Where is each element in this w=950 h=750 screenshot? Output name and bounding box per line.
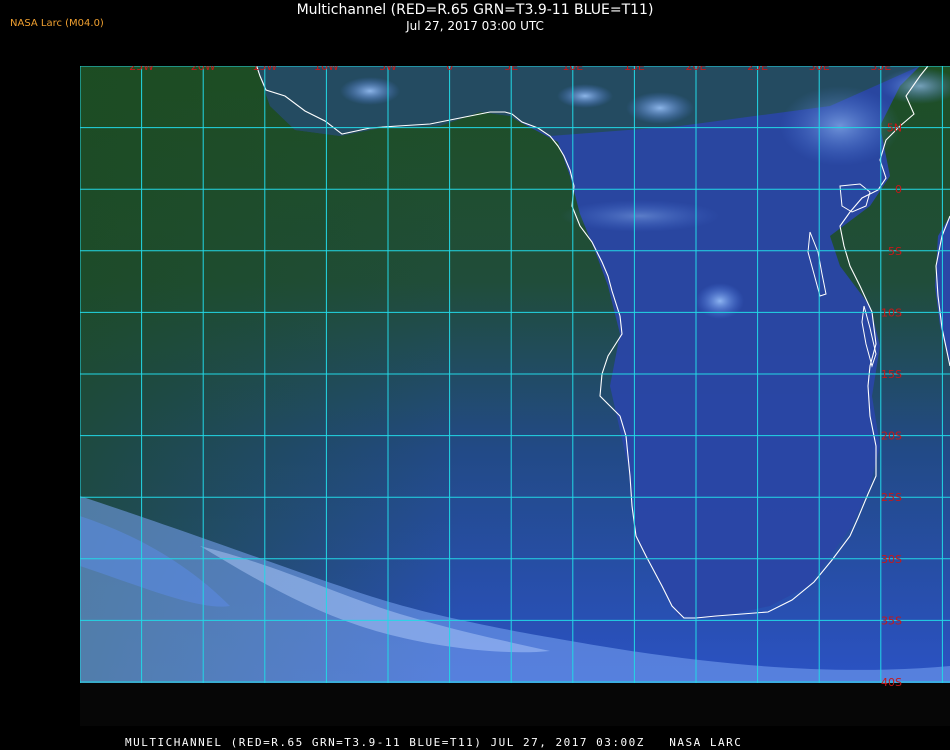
latitude-label: 15S	[881, 368, 902, 381]
longitude-label: 15E	[624, 66, 645, 73]
cloud-patch	[696, 283, 744, 319]
cloud-patch	[626, 92, 694, 124]
latitude-label: 30S	[881, 553, 902, 566]
cloud-patch	[340, 77, 400, 105]
image-title: Multichannel (RED=R.65 GRN=T3.9-11 BLUE=…	[296, 2, 654, 18]
longitude-label: 25W	[129, 66, 154, 73]
satellite-image-frame: 25W 20W 15W 10W 5W 0 5E 10E 15E 20E 25E 30E 35E 5N 0 5…	[80, 66, 950, 726]
longitude-label: 0	[446, 66, 453, 73]
latitude-label: 5S	[888, 245, 902, 258]
latitude-label: 35S	[881, 614, 902, 627]
latitude-label: 25S	[881, 491, 902, 504]
longitude-label: 25E	[747, 66, 768, 73]
longitude-label: 35E	[870, 66, 891, 73]
longitude-label: 5W	[379, 66, 397, 73]
latitude-label: 5N	[887, 122, 902, 135]
longitude-label: 5E	[504, 66, 518, 73]
image-timestamp: Jul 27, 2017 03:00 UTC	[406, 19, 544, 33]
longitude-label: 30E	[809, 66, 830, 73]
latitude-label: 20S	[881, 430, 902, 443]
footer-caption: MULTICHANNEL (RED=R.65 GRN=T3.9-11 BLUE=…	[125, 736, 743, 749]
longitude-label: 10E	[562, 66, 583, 73]
longitude-label: 20W	[191, 66, 216, 73]
cloud-patch	[557, 84, 613, 108]
latitude-label: 40S	[881, 676, 902, 689]
latitude-label: 0	[895, 183, 902, 196]
satellite-map: 25W 20W 15W 10W 5W 0 5E 10E 15E 20E 25E 30E 35E 5N 0 5…	[80, 66, 950, 689]
latitude-label: 10S	[881, 306, 902, 319]
longitude-label: 10W	[314, 66, 339, 73]
longitude-label: 20E	[686, 66, 707, 73]
longitude-label: 15W	[252, 66, 277, 73]
